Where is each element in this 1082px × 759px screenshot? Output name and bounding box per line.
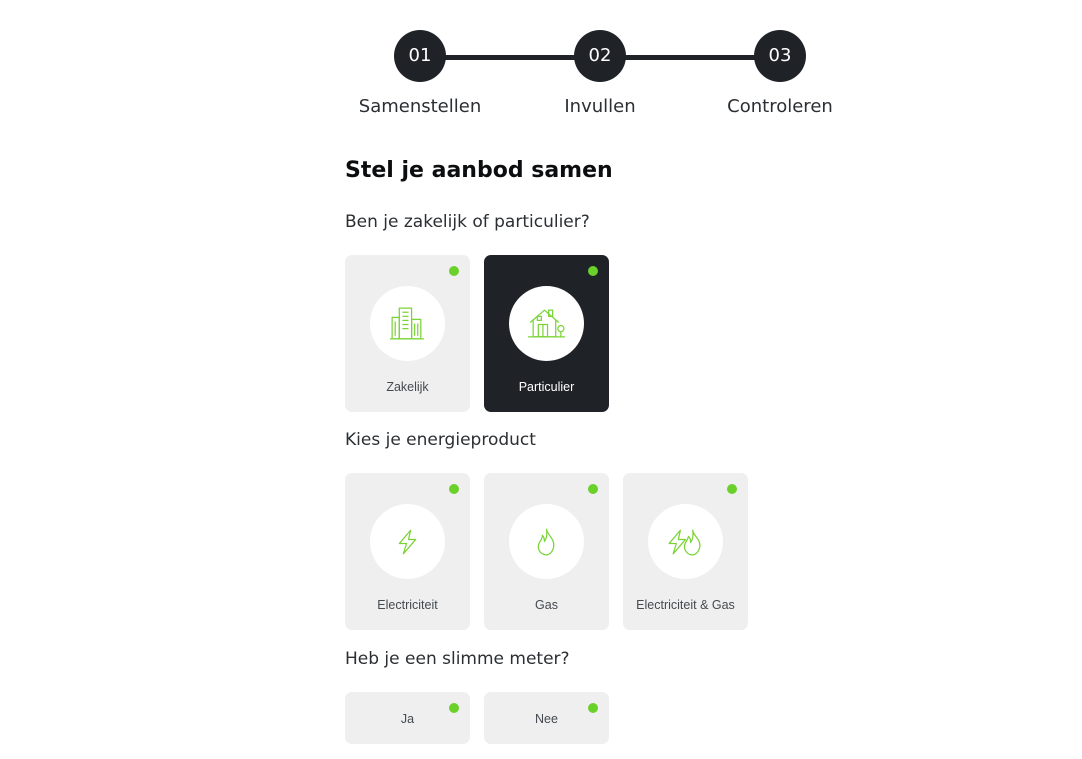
option-label: Electriciteit & Gas [636, 598, 735, 612]
status-dot [588, 484, 598, 494]
option-label: Electriciteit [377, 598, 438, 612]
icon-circle [370, 504, 445, 579]
office-building-icon [390, 307, 424, 340]
option-electriciteit[interactable]: Electriciteit [345, 473, 470, 630]
option-zakelijk[interactable]: Zakelijk [345, 255, 470, 412]
icon-circle [509, 504, 584, 579]
lightning-icon [398, 529, 417, 555]
smart-meter-question: Heb je een slimme meter? [345, 649, 570, 669]
house-icon [528, 309, 565, 338]
step-number: 03 [754, 30, 806, 82]
status-dot [449, 266, 459, 276]
option-label: Gas [535, 598, 558, 612]
option-label: Zakelijk [386, 380, 429, 394]
icon-circle [370, 286, 445, 361]
option-label: Particulier [518, 380, 575, 394]
energy-product-question: Kies je energieproduct [345, 430, 536, 450]
step-label: Invullen [564, 96, 636, 117]
status-dot [588, 266, 598, 276]
option-nee[interactable]: Nee [484, 692, 609, 744]
flame-icon [537, 528, 555, 556]
progress-stepper: 01 Samenstellen 02 Invullen 03 Controler… [0, 0, 1082, 130]
icon-circle [509, 286, 584, 361]
page-title: Stel je aanbod samen [345, 158, 613, 183]
customer-type-options: Zakelijk Particulier [345, 255, 609, 412]
smart-meter-options: Ja Nee [345, 692, 609, 744]
option-ja[interactable]: Ja [345, 692, 470, 744]
energy-product-options: Electriciteit Gas Electriciteit & Gas [345, 473, 748, 630]
step-samenstellen[interactable]: 01 Samenstellen [340, 30, 500, 130]
status-dot [449, 484, 459, 494]
customer-type-question: Ben je zakelijk of particulier? [345, 212, 590, 232]
step-invullen[interactable]: 02 Invullen [520, 30, 680, 130]
icon-circle [648, 504, 723, 579]
step-label: Controleren [727, 96, 833, 117]
status-dot [727, 484, 737, 494]
step-label: Samenstellen [358, 96, 482, 117]
option-particulier[interactable]: Particulier [484, 255, 609, 412]
step-number: 01 [394, 30, 446, 82]
lightning-flame-icon [668, 529, 701, 556]
step-number: 02 [574, 30, 626, 82]
option-gas[interactable]: Gas [484, 473, 609, 630]
option-label: Nee [535, 712, 558, 726]
step-controleren[interactable]: 03 Controleren [700, 30, 860, 130]
option-label: Ja [400, 712, 415, 726]
option-electriciteit-gas[interactable]: Electriciteit & Gas [623, 473, 748, 630]
